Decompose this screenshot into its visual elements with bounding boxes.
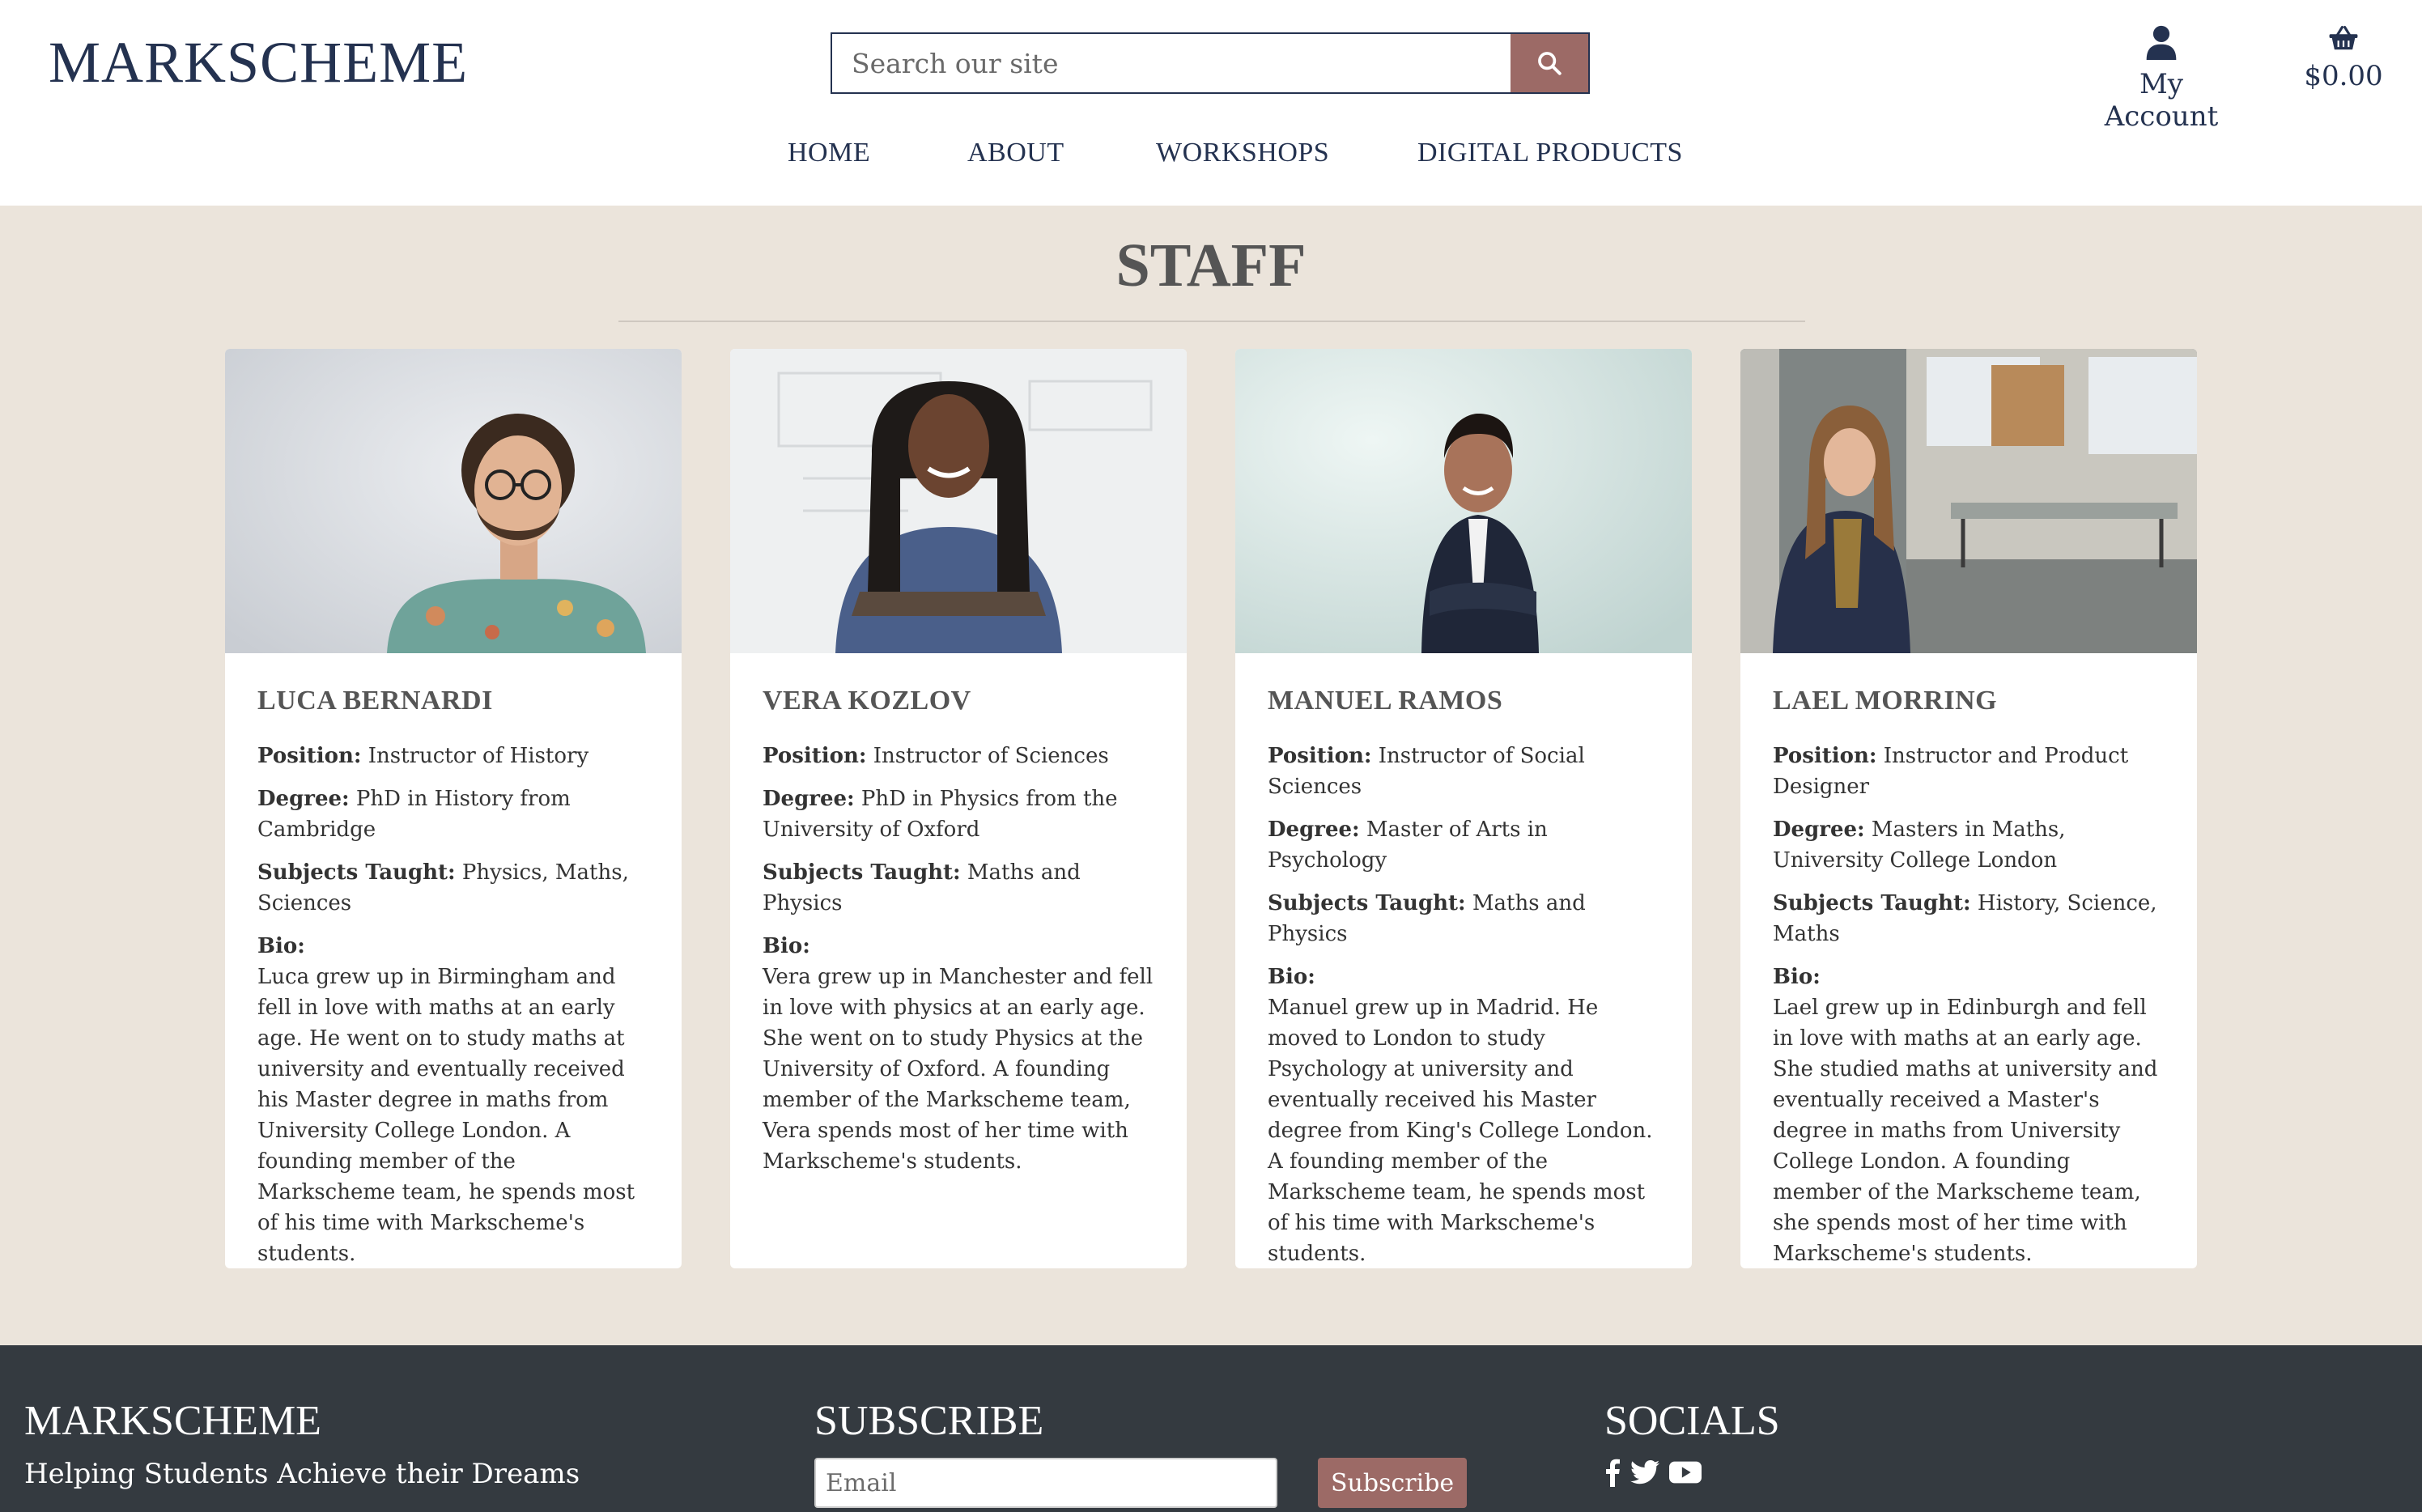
facebook-icon[interactable] (1604, 1458, 1621, 1487)
site-footer: MARKSCHEME Helping Students Achieve thei… (0, 1345, 2422, 1512)
degree-label: Degree: (1773, 818, 1865, 842)
staff-name: LUCA BERNARDI (257, 686, 493, 716)
user-icon (2146, 25, 2177, 60)
footer-tagline: Helping Students Achieve their Dreams (24, 1458, 580, 1490)
social-links (1604, 1458, 1780, 1487)
degree-label: Degree: (1268, 818, 1360, 842)
basket-icon (2329, 25, 2358, 50)
footer-subscribe-column: SUBSCRIBE Subscribe (814, 1397, 1468, 1508)
staff-position: Position: Instructor of History (257, 741, 649, 771)
bio-label: Bio: (1268, 965, 1315, 989)
nav-digital-products[interactable]: DIGITAL PRODUCTS (1417, 138, 1683, 168)
staff-position: Position: Instructor and Product Designe… (1773, 741, 2165, 802)
search-button[interactable] (1511, 34, 1588, 92)
staff-photo (730, 349, 1187, 653)
staff-name: VERA KOZLOV (763, 686, 971, 716)
staff-subjects: Subjects Taught: History, Science, Maths (1773, 888, 2165, 949)
bio-label: Bio: (257, 934, 305, 958)
cart-total: $0.00 (2304, 60, 2383, 92)
position-label: Position: (257, 744, 362, 768)
position-label: Position: (1773, 744, 1877, 768)
position-value: Instructor of History (368, 744, 589, 768)
site-header: MARKSCHEME My Account $0.00 HOME (0, 0, 2422, 206)
degree-label: Degree: (763, 787, 855, 811)
search-bar (831, 32, 1590, 94)
bio-text: Vera grew up in Manchester and fell in l… (763, 965, 1154, 1174)
staff-name: LAEL MORRING (1773, 686, 1998, 716)
staff-degree: Degree: PhD in History from Cambridge (257, 784, 649, 845)
staff-subjects: Subjects Taught: Maths and Physics (763, 857, 1154, 919)
bio-text: Lael grew up in Edinburgh and fell in lo… (1773, 996, 2158, 1266)
footer-brand-column: MARKSCHEME Helping Students Achieve thei… (24, 1397, 580, 1490)
staff-degree: Degree: Masters in Maths, University Col… (1773, 814, 2165, 876)
subjects-label: Subjects Taught: (257, 860, 456, 885)
my-account-link[interactable]: My Account (2088, 24, 2234, 133)
staff-card: VERA KOZLOV Position: Instructor of Scie… (730, 349, 1187, 1268)
staff-bio: Bio: Vera grew up in Manchester and fell … (763, 931, 1154, 1177)
bio-text: Luca grew up in Birmingham and fell in l… (257, 965, 635, 1266)
subscribe-button[interactable]: Subscribe (1318, 1458, 1468, 1508)
degree-label: Degree: (257, 787, 350, 811)
staff-name: MANUEL RAMOS (1268, 686, 1503, 716)
staff-card: LAEL MORRING Position: Instructor and Pr… (1740, 349, 2197, 1268)
staff-position: Position: Instructor of Sciences (763, 741, 1154, 771)
position-value: Instructor of Sciences (873, 744, 1109, 768)
staff-card: LUCA BERNARDI Position: Instructor of Hi… (225, 349, 682, 1268)
my-account-label: My Account (2104, 68, 2219, 133)
staff-card: MANUEL RAMOS Position: Instructor of Soc… (1235, 349, 1692, 1268)
staff-bio: Bio: Manuel grew up in Madrid. He moved t… (1268, 962, 1659, 1268)
bio-label: Bio: (1773, 965, 1821, 989)
nav-workshops[interactable]: WORKSHOPS (1156, 138, 1329, 168)
page-title: STAFF (1115, 231, 1307, 299)
staff-position: Position: Instructor of Social Sciences (1268, 741, 1659, 802)
cart-link[interactable]: $0.00 (2299, 24, 2388, 92)
subscribe-heading: SUBSCRIBE (814, 1398, 1044, 1444)
footer-socials-column: SOCIALS (1604, 1397, 1780, 1487)
nav-about[interactable]: ABOUT (967, 138, 1064, 168)
subjects-label: Subjects Taught: (1773, 891, 1971, 915)
twitter-icon[interactable] (1630, 1458, 1659, 1487)
staff-degree: Degree: Master of Arts in Psychology (1268, 814, 1659, 876)
subscribe-form: Subscribe (814, 1458, 1468, 1508)
bio-text: Manuel grew up in Madrid. He moved to Lo… (1268, 996, 1653, 1266)
position-label: Position: (763, 744, 867, 768)
staff-subjects: Subjects Taught: Maths and Physics (1268, 888, 1659, 949)
search-input[interactable] (832, 34, 1511, 92)
socials-heading: SOCIALS (1604, 1398, 1780, 1444)
staff-photo (225, 349, 682, 653)
bio-label: Bio: (763, 934, 810, 958)
site-logo[interactable]: MARKSCHEME (49, 29, 468, 96)
main-nav: HOME ABOUT WORKSHOPS DIGITAL PRODUCTS (0, 138, 2422, 186)
email-field[interactable] (814, 1458, 1277, 1508)
staff-subjects: Subjects Taught: Physics, Maths, Science… (257, 857, 649, 919)
title-divider (618, 321, 1805, 322)
position-label: Position: (1268, 744, 1372, 768)
staff-photo (1235, 349, 1692, 653)
nav-home[interactable]: HOME (788, 138, 870, 168)
subjects-label: Subjects Taught: (763, 860, 961, 885)
footer-brand: MARKSCHEME (24, 1398, 321, 1444)
subjects-label: Subjects Taught: (1268, 891, 1466, 915)
staff-degree: Degree: PhD in Physics from the Universi… (763, 784, 1154, 845)
search-icon (1538, 52, 1562, 75)
staff-bio: Bio: Luca grew up in Birmingham and fell … (257, 931, 649, 1268)
youtube-icon[interactable] (1669, 1458, 1702, 1487)
staff-photo (1740, 349, 2197, 653)
staff-bio: Bio: Lael grew up in Edinburgh and fell i… (1773, 962, 2165, 1268)
